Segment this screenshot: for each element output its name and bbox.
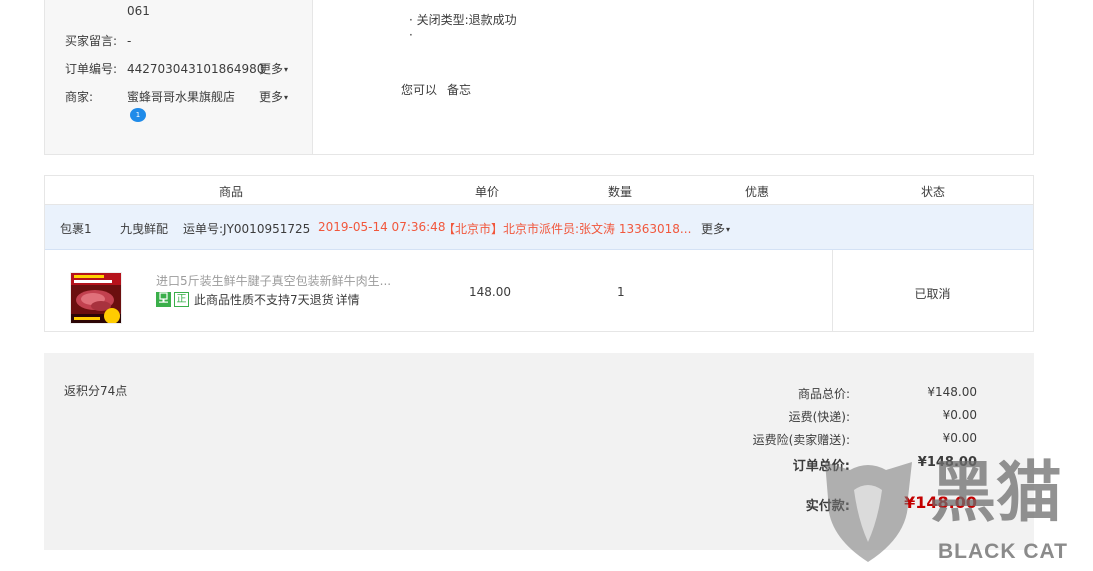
order-total-label: 订单总价: bbox=[792, 459, 850, 474]
close-type-text: · 关闭类型:退款成功 bbox=[409, 13, 517, 27]
return-policy-note: 此商品性质不支持7天退货 详情 bbox=[194, 293, 360, 307]
header-unit-price: 单价 bbox=[475, 185, 500, 199]
header-discount: 优惠 bbox=[745, 185, 770, 199]
chevron-down-icon: ▾ bbox=[284, 93, 289, 102]
goods-total-label: 商品总价: bbox=[797, 387, 850, 401]
address-tail-row: 061 bbox=[65, 4, 150, 18]
carrier-name: 九曳鲜配 bbox=[120, 222, 169, 236]
detail-link[interactable]: 详情 bbox=[336, 293, 360, 307]
product-thumbnail[interactable] bbox=[70, 272, 122, 324]
empty-bullet: · bbox=[409, 28, 413, 42]
package-row: 包裹1 九曳鲜配 运单号:JY0010951725 2019-05-14 07:… bbox=[45, 205, 1033, 250]
buyer-note-row: 买家留言: - bbox=[65, 32, 131, 49]
watermark-cn: 黑猫 bbox=[930, 454, 1062, 531]
order-no-label: 订单编号: bbox=[65, 62, 118, 76]
product-title-link[interactable]: 进口5斤装生鲜牛腱子真空包装新鲜牛肉生... bbox=[156, 272, 391, 289]
merchant-label: 商家: bbox=[65, 90, 94, 104]
header-status: 状态 bbox=[921, 185, 946, 199]
wangwang-chat-icon[interactable]: 1 bbox=[130, 108, 146, 122]
merchant-row: 商家: 蜜蜂哥哥水果旗舰店 更多▾ bbox=[65, 88, 288, 105]
shipping-label: 运费(快递): bbox=[788, 410, 850, 424]
buyer-note-value: - bbox=[127, 34, 132, 48]
order-summary: 返积分74点 商品总价: ¥148.00 运费(快递): ¥0.00 运费险(卖… bbox=[44, 353, 1034, 550]
product-tags: 正此商品性质不支持7天退货 详情 bbox=[156, 291, 360, 308]
goods-total-value: ¥148.00 bbox=[927, 385, 977, 399]
you-can-actions: 您可以 备忘 bbox=[401, 81, 471, 98]
guarantee-icon[interactable] bbox=[156, 292, 171, 307]
order-status-info: · 关闭类型:退款成功 · 您可以 备忘 bbox=[313, 0, 1035, 154]
merchant-more-link[interactable]: 更多▾ bbox=[259, 88, 288, 105]
goods-table: 商品 单价 数量 优惠 状态 包裹1 九曳鲜配 运单号:JY0010951725… bbox=[44, 175, 1034, 332]
beef-image-icon bbox=[71, 273, 121, 323]
order-info-left: 061 买家留言: - 订单编号: 442703043101864980 更多▾ 商… bbox=[45, 0, 313, 154]
logistics-location: 【北京市】北京市派件员:张文涛 13363018... bbox=[443, 222, 692, 236]
quantity: 1 bbox=[617, 285, 625, 299]
logistics-time: 2019-05-14 07:36:48 bbox=[318, 220, 446, 234]
paid-label: 实付款: bbox=[805, 499, 850, 514]
buyer-note-label: 买家留言: bbox=[65, 34, 118, 48]
order-no-more-link[interactable]: 更多▾ bbox=[259, 60, 288, 77]
memo-link[interactable]: 备忘 bbox=[447, 83, 471, 97]
watermark-en: BLACK CAT bbox=[938, 540, 1068, 563]
header-quantity: 数量 bbox=[608, 185, 633, 199]
goods-table-header: 商品 单价 数量 优惠 状态 bbox=[45, 176, 1033, 205]
order-no-row: 订单编号: 442703043101864980 更多▾ bbox=[65, 60, 288, 77]
order-no-value: 442703043101864980 bbox=[127, 62, 265, 76]
package-name: 包裹1 bbox=[60, 222, 92, 236]
insurance-value: ¥0.00 bbox=[942, 431, 977, 445]
unit-price: 148.00 bbox=[469, 285, 511, 299]
item-status-cell: 已取消 bbox=[832, 250, 1033, 331]
order-info-panel: 061 买家留言: - 订单编号: 442703043101864980 更多▾ 商… bbox=[44, 0, 1034, 155]
item-status: 已取消 bbox=[914, 287, 951, 301]
table-row: 进口5斤装生鲜牛腱子真空包装新鲜牛肉生... 正此商品性质不支持7天退货 详情 1… bbox=[45, 250, 1033, 331]
chevron-down-icon: ▾ bbox=[726, 225, 731, 234]
tracking-number: 运单号:JY0010951725 bbox=[183, 222, 311, 236]
header-goods: 商品 bbox=[219, 185, 244, 199]
insurance-label: 运费险(卖家赠送): bbox=[752, 433, 850, 447]
you-can-label: 您可以 bbox=[401, 83, 438, 97]
shipping-value: ¥0.00 bbox=[942, 408, 977, 422]
chevron-down-icon: ▾ bbox=[284, 65, 289, 74]
merchant-name-link[interactable]: 蜜蜂哥哥水果旗舰店 bbox=[127, 90, 235, 104]
logistics-more-link[interactable]: 更多▾ bbox=[701, 220, 730, 237]
reward-points: 返积分74点 bbox=[64, 384, 128, 398]
address-tail: 061 bbox=[127, 4, 150, 18]
authentic-badge[interactable]: 正 bbox=[174, 292, 189, 307]
